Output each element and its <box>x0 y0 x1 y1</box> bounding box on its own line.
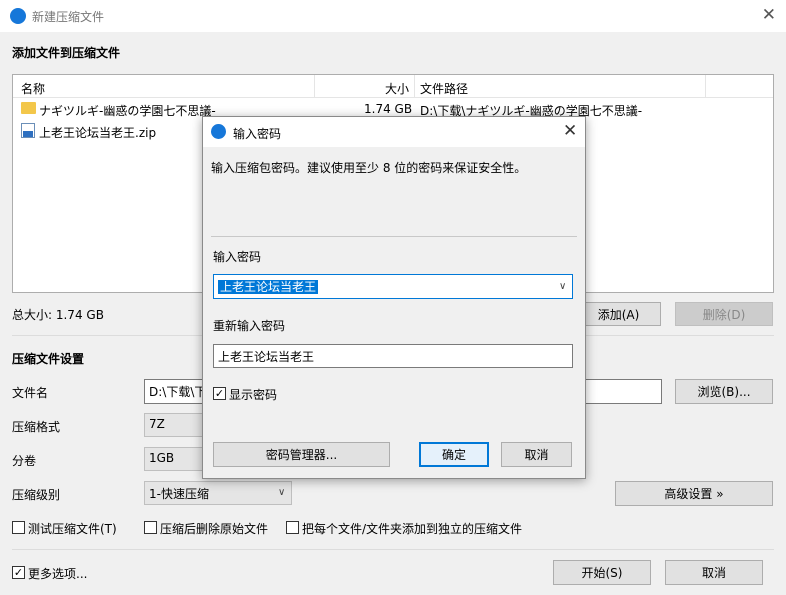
repeat-password-label: 重新输入密码 <box>213 319 286 333</box>
column-header-name[interactable]: 名称 <box>21 80 45 97</box>
cancel-button[interactable]: 取消 <box>665 560 763 585</box>
more-options-label: 更多选项... <box>28 567 88 581</box>
browse-button[interactable]: 浏览(B)... <box>675 379 773 404</box>
settings-title: 压缩文件设置 <box>12 352 85 366</box>
close-icon[interactable]: ✕ <box>563 121 577 141</box>
zip-file-icon <box>21 123 35 138</box>
folder-icon <box>21 102 36 114</box>
delete-after-label: 压缩后删除原始文件 <box>160 522 269 536</box>
password-label: 输入密码 <box>213 250 262 264</box>
password-value: 上老王论坛当老王 <box>218 280 319 294</box>
window-title: 新建压缩文件 <box>32 10 105 24</box>
show-password-label: 显示密码 <box>229 388 278 402</box>
add-button[interactable]: 添加(A) <box>576 302 661 326</box>
column-header-size[interactable]: 大小 <box>385 80 409 97</box>
test-archive-checkbox[interactable] <box>12 521 25 534</box>
each-separate-label: 把每个文件/文件夹添加到独立的压缩文件 <box>302 522 523 536</box>
test-archive-label: 测试压缩文件(T) <box>28 522 117 536</box>
close-icon[interactable]: ✕ <box>762 5 776 25</box>
dialog-cancel-button[interactable]: 取消 <box>501 442 572 467</box>
total-size: 总大小: 1.74 GB <box>12 308 104 322</box>
password-dialog: 输入密码 ✕ 输入压缩包密码。建议使用至少 8 位的密码来保证安全性。 输入密码… <box>202 116 586 479</box>
password-input[interactable]: 上老王论坛当老王 <box>213 274 573 299</box>
file-list-header: 名称 大小 文件路径 <box>13 75 773 98</box>
filename-label: 文件名 <box>12 386 49 400</box>
section-add-title: 添加文件到压缩文件 <box>12 46 121 60</box>
chevron-down-icon[interactable]: ∨ <box>559 281 566 292</box>
ok-button[interactable]: 确定 <box>419 442 489 467</box>
delete-button[interactable]: 删除(D) <box>675 302 773 326</box>
each-separate-checkbox[interactable] <box>286 521 299 534</box>
dialog-title-bar: 输入密码 ✕ <box>203 117 585 147</box>
column-header-path[interactable]: 文件路径 <box>420 80 468 97</box>
repeat-password-input[interactable]: 上老王论坛当老王 <box>213 344 573 368</box>
title-bar: 新建压缩文件 ✕ <box>0 0 786 32</box>
dialog-hint: 输入压缩包密码。建议使用至少 8 位的密码来保证安全性。 <box>211 161 527 175</box>
start-button[interactable]: 开始(S) <box>553 560 651 585</box>
level-label: 压缩级别 <box>12 488 61 502</box>
dialog-title: 输入密码 <box>233 127 282 141</box>
show-password-checkbox[interactable]: ✓ <box>213 387 226 400</box>
volume-label: 分卷 <box>12 454 37 468</box>
app-logo-icon <box>10 8 26 24</box>
more-options-checkbox[interactable]: ✓ <box>12 566 25 579</box>
advanced-settings-button[interactable]: 高级设置 » <box>615 481 773 506</box>
chevron-down-icon: ∨ <box>278 487 286 498</box>
level-select[interactable]: 1-快速压缩 <box>144 481 292 505</box>
password-manager-button[interactable]: 密码管理器... <box>213 442 390 467</box>
app-logo-icon <box>211 124 226 139</box>
format-label: 压缩格式 <box>12 420 61 434</box>
file-name: ナギツルギ-幽惑の学園七不思議- <box>39 104 216 118</box>
file-size: 1.74 GB <box>364 102 413 116</box>
delete-after-checkbox[interactable] <box>144 521 157 534</box>
file-name: 上老王论坛当老王.zip <box>39 126 157 140</box>
